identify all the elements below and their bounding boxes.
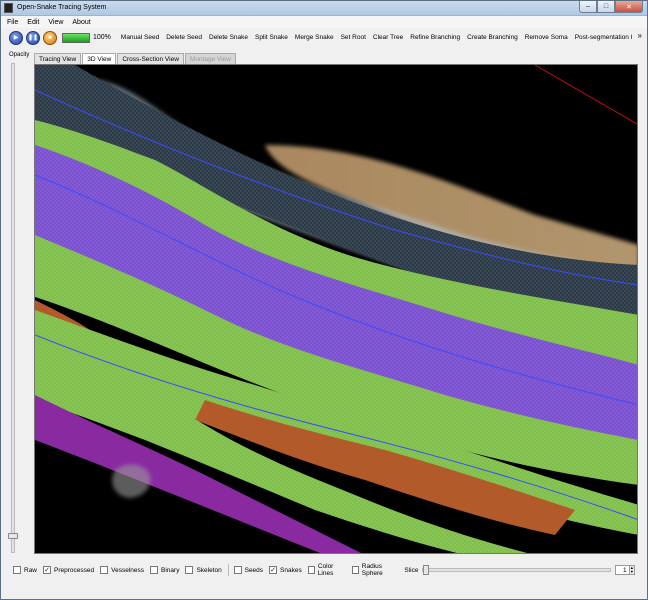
menu-bar: File Edit View About <box>1 16 647 28</box>
color-lines-checkbox[interactable]: Color Lines <box>307 563 346 577</box>
vesselness-checkbox[interactable]: Vesselness <box>100 566 144 574</box>
window-title: Open-Snake Tracing System <box>17 4 107 11</box>
app-icon <box>4 3 13 13</box>
remove-soma-button[interactable]: Remove Soma <box>525 34 568 41</box>
tab-cross-section-view[interactable]: Cross-Section View <box>117 53 184 64</box>
vesselness-checkbox-box[interactable] <box>100 566 109 574</box>
radius-sphere-checkbox[interactable]: Radius Sphere <box>351 563 399 577</box>
skeleton-checkbox-box[interactable] <box>185 566 194 574</box>
preprocessed-checkbox[interactable]: ✓ Preprocessed <box>43 566 94 574</box>
color-lines-checkbox-box[interactable] <box>307 566 315 574</box>
skeleton-label: Skeleton <box>196 566 222 574</box>
maximize-button[interactable]: □ <box>597 1 615 13</box>
preprocessed-label: Preprocessed <box>54 566 95 574</box>
snakes-checkbox-box[interactable]: ✓ <box>269 566 278 574</box>
post-segmentation-button[interactable]: Post-segmentation I <box>575 34 633 41</box>
progress-fill <box>63 33 89 42</box>
slice-spinbox[interactable]: 1 <box>615 565 630 575</box>
display-options-bar: Raw ✓ Preprocessed Vesselness Binary Skel… <box>13 563 635 577</box>
title-bar: Open-Snake Tracing System – □ ✕ <box>1 1 647 16</box>
toolbar-extension-button[interactable]: » <box>638 31 642 40</box>
seeds-checkbox-box[interactable] <box>233 566 242 574</box>
slice-slider[interactable] <box>422 565 612 575</box>
play-button[interactable]: ▶ <box>9 30 23 45</box>
menu-about[interactable]: About <box>72 19 90 26</box>
minimize-icon: – <box>586 3 590 10</box>
set-root-button[interactable]: Set Root <box>341 34 366 41</box>
soma-blob <box>112 464 151 498</box>
slice-slider-handle[interactable] <box>423 565 430 575</box>
window-controls: – □ ✕ <box>579 1 643 13</box>
binary-label: Binary <box>161 566 180 574</box>
split-snake-button[interactable]: Split Snake <box>255 34 288 41</box>
seeds-label: Seeds <box>244 566 264 574</box>
progress-label: 100% <box>93 34 111 41</box>
3d-render-view[interactable] <box>34 64 638 554</box>
progress-bar <box>62 32 90 43</box>
delete-snake-button[interactable]: Delete Snake <box>209 34 248 41</box>
menu-view[interactable]: View <box>48 19 63 26</box>
opacity-slider-handle[interactable] <box>8 533 18 540</box>
slice-label: Slice <box>404 566 419 574</box>
menu-edit[interactable]: Edit <box>27 19 39 26</box>
snakes-label: Snakes <box>280 566 302 574</box>
seeds-checkbox[interactable]: Seeds <box>233 566 264 574</box>
close-button[interactable]: ✕ <box>615 1 643 13</box>
skeleton-checkbox[interactable]: Skeleton <box>185 566 222 574</box>
axis-line <box>534 65 637 125</box>
clear-tree-button[interactable]: Clear Tree <box>373 34 403 41</box>
spin-down-icon[interactable]: ▼ <box>630 569 634 574</box>
snakes-checkbox[interactable]: ✓ Snakes <box>269 566 302 574</box>
tab-3d-view[interactable]: 3D View <box>82 53 117 64</box>
tab-montage-view: Montage View <box>184 53 236 64</box>
view-tabs: Tracing View 3D View Cross-Section View … <box>34 53 237 64</box>
opacity-label: Opacity <box>9 52 30 58</box>
tab-tracing-view[interactable]: Tracing View <box>34 53 82 64</box>
stop-icon: ■ <box>48 34 52 41</box>
separator <box>227 564 229 576</box>
preprocessed-checkbox-box[interactable]: ✓ <box>43 566 52 574</box>
raw-label: Raw <box>24 566 38 574</box>
app-window: Open-Snake Tracing System – □ ✕ File Edi… <box>0 0 648 600</box>
vesselness-label: Vesselness <box>111 566 145 574</box>
delete-seed-button[interactable]: Delete Seed <box>166 34 202 41</box>
play-icon: ▶ <box>13 35 19 41</box>
pause-button[interactable]: ❚❚ <box>26 30 40 45</box>
manual-seed-button[interactable]: Manual Seed <box>121 34 159 41</box>
toolbar: ▶ ❚❚ ■ 100% Manual Seed Delete Seed Dele… <box>1 29 647 46</box>
refine-branching-button[interactable]: Refine Branching <box>410 34 460 41</box>
slice-spinbox-arrows[interactable]: ▲ ▼ <box>629 565 635 575</box>
opacity-slider[interactable] <box>8 63 18 553</box>
vessel-render[interactable] <box>35 65 638 554</box>
create-branching-button[interactable]: Create Branching <box>467 34 518 41</box>
raw-checkbox[interactable]: Raw <box>13 566 37 574</box>
pause-icon: ❚❚ <box>27 35 39 41</box>
menu-file[interactable]: File <box>7 19 18 26</box>
binary-checkbox[interactable]: Binary <box>150 566 179 574</box>
stop-button[interactable]: ■ <box>43 30 57 45</box>
raw-checkbox-box[interactable] <box>13 566 21 574</box>
color-lines-label: Color Lines <box>317 563 334 577</box>
radius-sphere-checkbox-box[interactable] <box>351 566 359 574</box>
merge-snake-button[interactable]: Merge Snake <box>295 34 334 41</box>
radius-sphere-label: Radius Sphere <box>361 563 383 577</box>
maximize-icon: □ <box>603 3 609 10</box>
close-icon: ✕ <box>626 3 632 11</box>
minimize-button[interactable]: – <box>579 1 597 13</box>
binary-checkbox-box[interactable] <box>150 566 159 574</box>
